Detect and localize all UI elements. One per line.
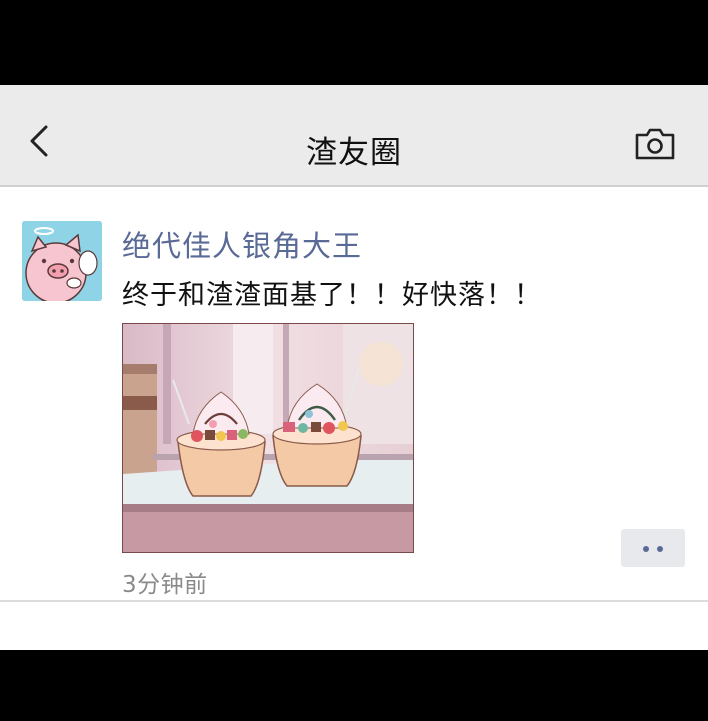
page-title: 渣友圈 xyxy=(306,135,402,171)
top-navigation-bar: 渣友圈 xyxy=(0,85,708,187)
more-dots-icon xyxy=(657,546,663,552)
author-name[interactable]: 绝代佳人银角大王 xyxy=(122,223,362,265)
post-text: 终于和渣渣面基了！！好快落！！ xyxy=(122,280,542,311)
post-timestamp: 3分钟前 xyxy=(122,572,208,598)
camera-icon xyxy=(635,128,675,160)
post-image[interactable] xyxy=(122,323,414,553)
phone-frame: 渣友圈 绝代佳人银角大王 终于和渣渣面基了！！好快落！！ 3分钟前 xyxy=(0,0,708,721)
ice-cream-photo xyxy=(123,324,413,552)
more-actions-button[interactable] xyxy=(621,529,685,567)
more-dots-icon xyxy=(643,546,649,552)
moments-screen: 渣友圈 绝代佳人银角大王 终于和渣渣面基了！！好快落！！ 3分钟前 xyxy=(0,85,708,650)
moment-post: 绝代佳人银角大王 终于和渣渣面基了！！好快落！！ 3分钟前 xyxy=(0,187,708,600)
pig-avatar-icon xyxy=(22,221,102,301)
avatar[interactable] xyxy=(22,221,102,301)
post-divider xyxy=(0,600,708,602)
camera-button[interactable] xyxy=(634,127,676,161)
